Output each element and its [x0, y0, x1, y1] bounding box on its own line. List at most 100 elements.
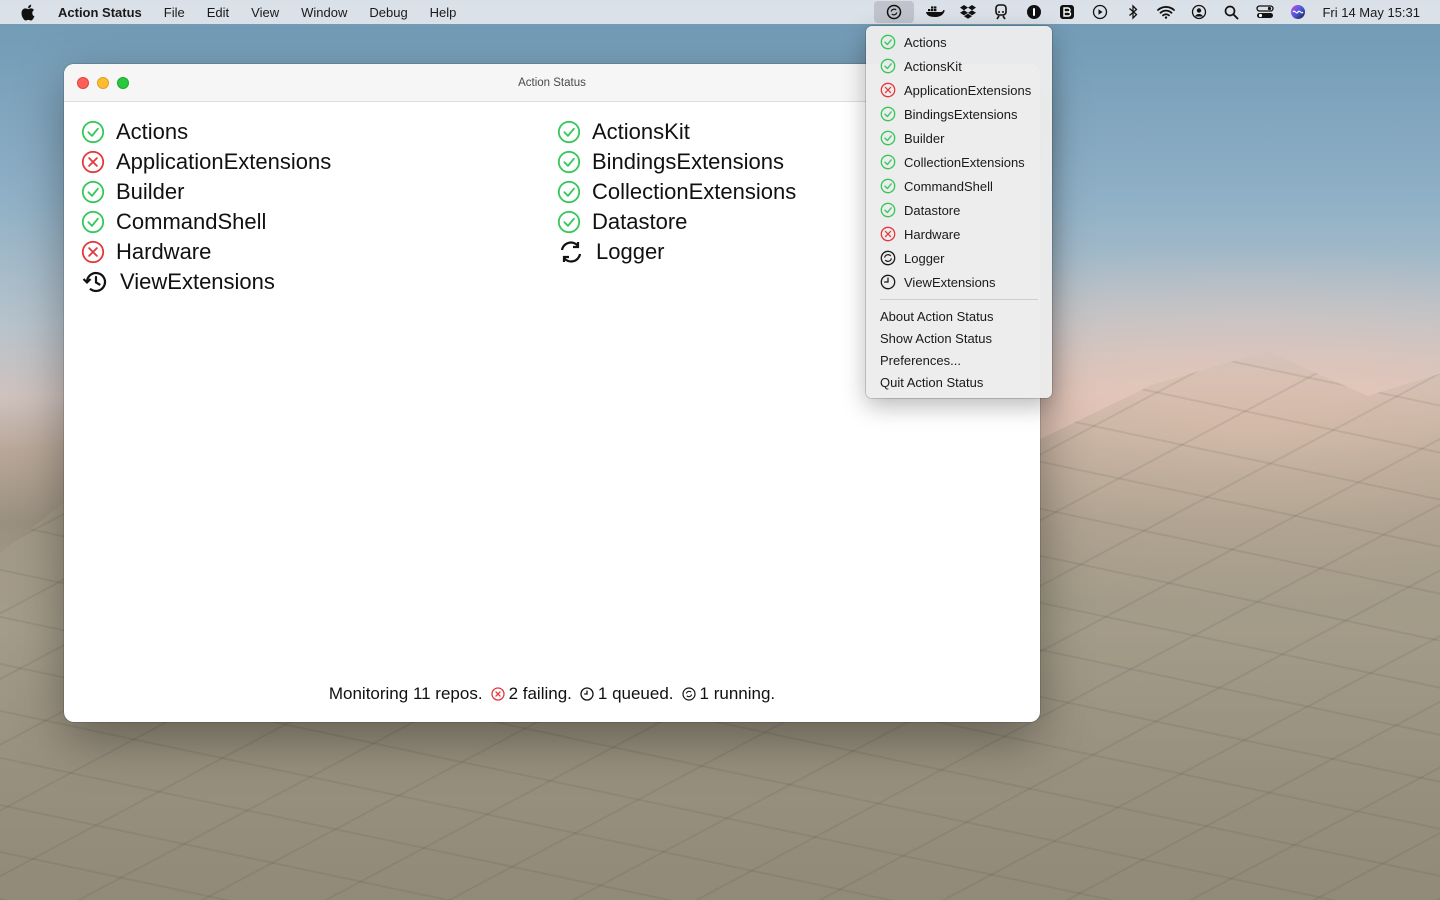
- file-menu[interactable]: File: [164, 5, 185, 20]
- preferences-menu-item[interactable]: Preferences...: [880, 349, 961, 371]
- about-menu-item[interactable]: About Action Status: [880, 305, 993, 327]
- menubar-clock[interactable]: Fri 14 May 15:31: [1322, 5, 1420, 20]
- failing-status-icon: [81, 150, 105, 174]
- action-status-menu-icon[interactable]: [874, 1, 915, 23]
- passing-status-icon: [557, 150, 581, 174]
- passing-status-icon: [81, 210, 105, 234]
- dropdown-repo-item[interactable]: BindingsExtensions: [880, 103, 1017, 125]
- window-menu[interactable]: Window: [301, 5, 347, 20]
- repo-status-item[interactable]: Builder: [81, 177, 184, 207]
- passing-status-icon: [880, 154, 896, 170]
- menu-separator: [880, 299, 1038, 300]
- repo-name: CollectionExtensions: [592, 179, 797, 204]
- running-status-icon: [880, 250, 896, 266]
- dropdown-repo-name: Builder: [904, 130, 945, 146]
- failing-icon: [490, 687, 505, 701]
- help-menu[interactable]: Help: [430, 5, 457, 20]
- repo-name: Builder: [116, 179, 185, 204]
- dropdown-repo-item[interactable]: ApplicationExtensions: [880, 79, 1031, 101]
- control-center-icon[interactable]: [1248, 0, 1281, 24]
- passing-status-icon: [880, 202, 896, 218]
- dropdown-repo-item[interactable]: CommandShell: [880, 175, 993, 197]
- app-menu[interactable]: Action Status: [58, 5, 142, 20]
- view-menu[interactable]: View: [251, 5, 279, 20]
- dropdown-repo-name: BindingsExtensions: [904, 106, 1018, 122]
- running-icon: [681, 687, 696, 701]
- play-icon[interactable]: [1083, 0, 1116, 24]
- repo-name: Hardware: [116, 239, 212, 264]
- queued-status-icon: [880, 274, 896, 290]
- repo-status-item[interactable]: Actions: [81, 117, 188, 147]
- status-dropdown-menu: About Action Status Show Action Status P…: [866, 26, 1052, 398]
- dropdown-repo-name: CollectionExtensions: [904, 154, 1025, 170]
- passing-status-icon: [880, 34, 896, 50]
- dropdown-repo-item[interactable]: Logger: [880, 247, 944, 269]
- passing-status-icon: [880, 178, 896, 194]
- repo-status-item[interactable]: Hardware: [81, 237, 211, 267]
- repo-status-item[interactable]: Logger: [557, 237, 665, 267]
- monitoring-count: Monitoring 11 repos.: [328, 684, 483, 703]
- dropdown-repo-name: CommandShell: [904, 178, 993, 194]
- repo-name: Logger: [596, 239, 665, 264]
- docker-icon[interactable]: [918, 0, 951, 24]
- repo-name: ActionsKit: [592, 119, 690, 144]
- repo-status-item[interactable]: CollectionExtensions: [557, 177, 796, 207]
- repo-status-item[interactable]: Datastore: [557, 207, 687, 237]
- repo-status-item[interactable]: BindingsExtensions: [557, 147, 784, 177]
- repo-name: BindingsExtensions: [592, 149, 785, 174]
- dropdown-repo-item[interactable]: CollectionExtensions: [880, 151, 1025, 173]
- dropdown-repo-item[interactable]: ActionsKit: [880, 55, 962, 77]
- status-summary: Monitoring 11 repos. 2 failing. 1 queued…: [64, 684, 1040, 704]
- failing-status-icon: [880, 82, 896, 98]
- dropdown-repo-item[interactable]: Builder: [880, 127, 944, 149]
- dropdown-repo-name: ApplicationExtensions: [904, 82, 1032, 98]
- dropdown-repo-name: Logger: [904, 250, 945, 266]
- bbedit-icon[interactable]: [1050, 0, 1083, 24]
- repo-name: ApplicationExtensions: [116, 149, 332, 174]
- passing-status-icon: [557, 120, 581, 144]
- repo-status-item[interactable]: ActionsKit: [557, 117, 690, 147]
- passing-status-icon: [557, 210, 581, 234]
- wifi-icon[interactable]: [1149, 0, 1182, 24]
- passing-status-icon: [880, 130, 896, 146]
- failing-status-icon: [81, 240, 105, 264]
- onepassword-icon[interactable]: [1017, 0, 1050, 24]
- dropdown-repo-item[interactable]: Datastore: [880, 199, 960, 221]
- dropdown-repo-name: ViewExtensions: [904, 274, 996, 290]
- passing-status-icon: [81, 120, 105, 144]
- dropdown-repo-item[interactable]: Hardware: [880, 223, 960, 245]
- status-area: Fri 14 May 15:31: [874, 0, 1440, 24]
- siri-icon[interactable]: [1281, 0, 1314, 24]
- running-count: 1 running.: [699, 684, 776, 703]
- passing-status-icon: [880, 58, 896, 74]
- repo-name: Datastore: [592, 209, 688, 234]
- dropdown-repo-item[interactable]: Actions: [880, 31, 947, 53]
- failing-status-icon: [880, 226, 896, 242]
- dropdown-repo-name: Hardware: [904, 226, 961, 242]
- apple-menu-icon[interactable]: [20, 4, 36, 20]
- dropdown-repo-item[interactable]: ViewExtensions: [880, 271, 996, 293]
- user-icon[interactable]: [1182, 0, 1215, 24]
- repo-status-item[interactable]: CommandShell: [81, 207, 266, 237]
- running-status-icon: [557, 240, 585, 264]
- passing-status-icon: [81, 180, 105, 204]
- train-icon[interactable]: [984, 0, 1017, 24]
- debug-menu[interactable]: Debug: [369, 5, 407, 20]
- repo-status-item[interactable]: ApplicationExtensions: [81, 147, 331, 177]
- failing-count: 2 failing.: [508, 684, 572, 703]
- dropbox-icon[interactable]: [951, 0, 984, 24]
- menu-bar: Action Status File Edit View Window Debu…: [0, 0, 1440, 24]
- bluetooth-icon[interactable]: [1116, 0, 1149, 24]
- repo-name: CommandShell: [116, 209, 267, 234]
- repo-status-item[interactable]: ViewExtensions: [81, 267, 275, 297]
- edit-menu[interactable]: Edit: [207, 5, 229, 20]
- dropdown-repo-name: Actions: [904, 34, 947, 50]
- spotlight-search-icon[interactable]: [1215, 0, 1248, 24]
- repo-name: ViewExtensions: [120, 269, 275, 294]
- queued-status-icon: [81, 270, 109, 294]
- show-menu-item[interactable]: Show Action Status: [880, 327, 992, 349]
- dropdown-repo-name: ActionsKit: [904, 58, 962, 74]
- repo-name: Actions: [116, 119, 189, 144]
- queued-icon: [580, 687, 594, 701]
- quit-menu-item[interactable]: Quit Action Status: [880, 371, 983, 393]
